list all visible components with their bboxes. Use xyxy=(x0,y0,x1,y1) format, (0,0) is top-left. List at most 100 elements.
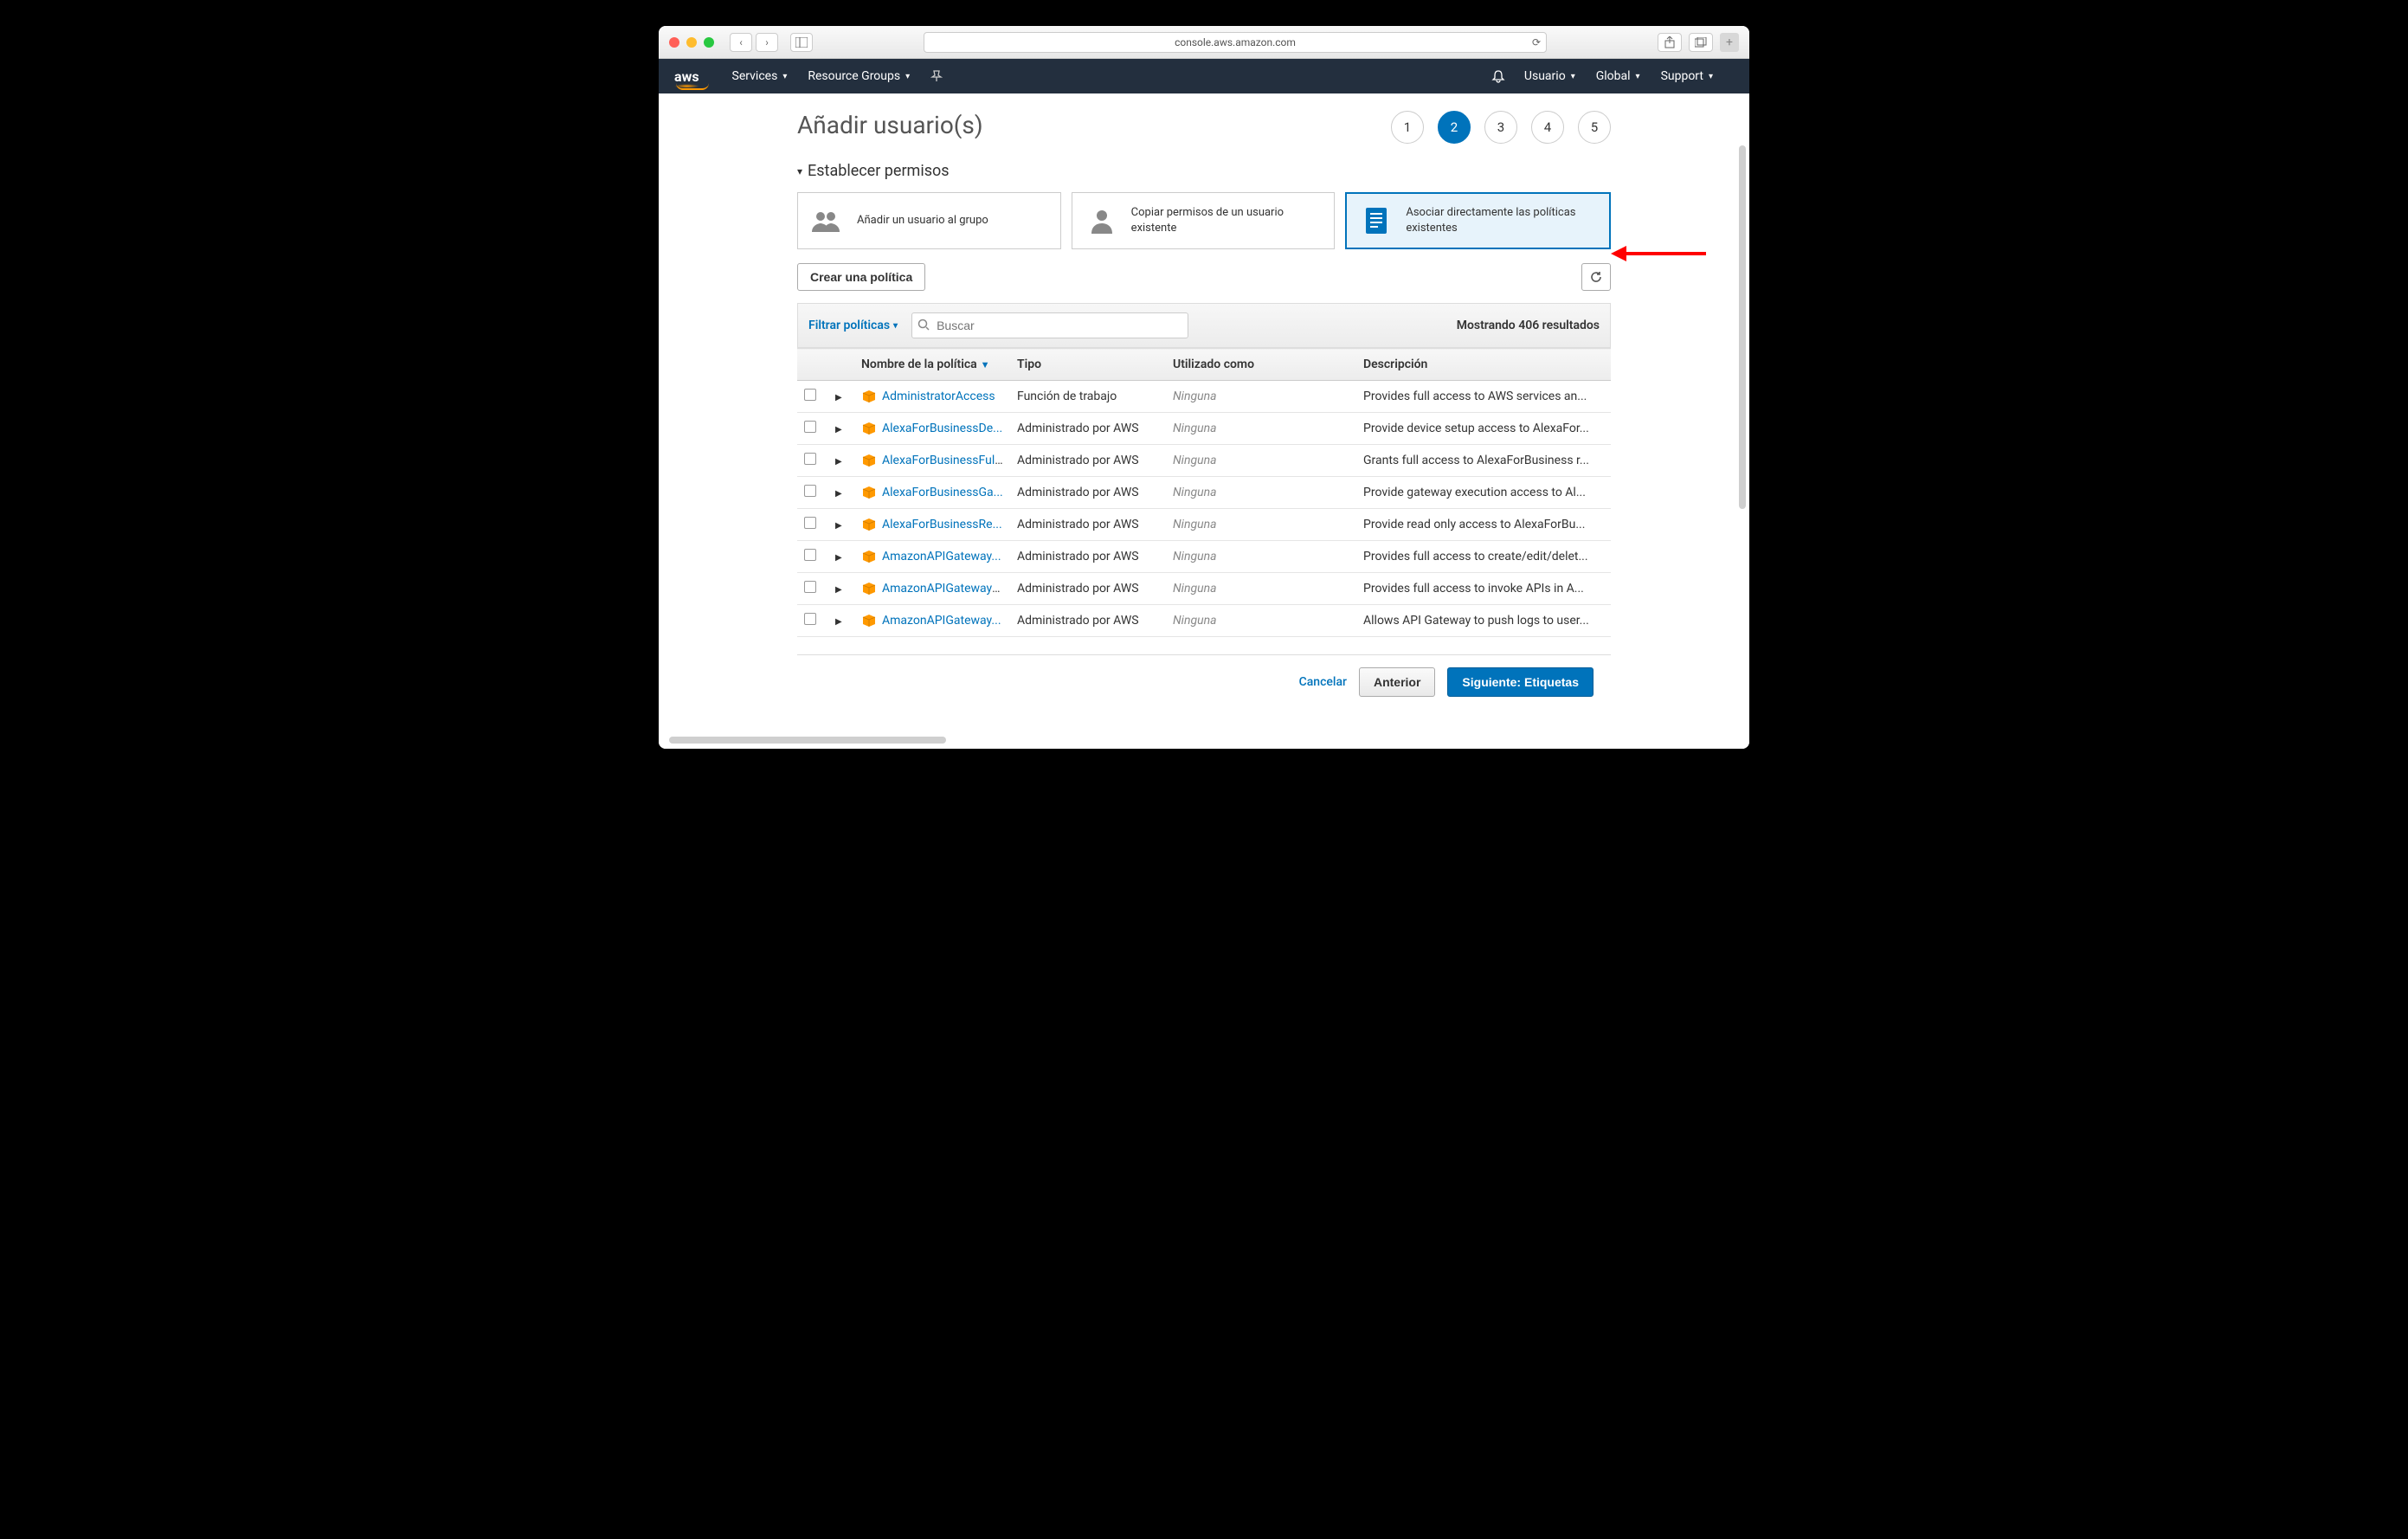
policy-name-link[interactable]: AlexaForBusinessDe... xyxy=(882,422,1002,435)
tabs-button[interactable] xyxy=(1689,33,1713,52)
policy-description: Provides full access to create/edit/dele… xyxy=(1356,541,1611,573)
policy-used-as: Ninguna xyxy=(1166,477,1356,509)
row-checkbox[interactable] xyxy=(804,581,816,593)
new-tab-button[interactable]: + xyxy=(1720,33,1739,52)
maximize-window-icon[interactable] xyxy=(704,37,714,48)
notifications-icon[interactable] xyxy=(1491,69,1505,83)
step-5[interactable]: 5 xyxy=(1578,111,1611,144)
policy-description: Allows API Gateway to push logs to user.… xyxy=(1356,605,1611,637)
search-icon xyxy=(917,319,930,331)
policy-box-icon xyxy=(861,582,877,596)
policy-type: Administrado por AWS xyxy=(1010,477,1166,509)
refresh-button[interactable] xyxy=(1581,263,1611,291)
policy-name-link[interactable]: AdministratorAccess xyxy=(882,390,995,403)
wizard-footer: Cancelar Anterior Siguiente: Etiquetas xyxy=(797,654,1611,697)
policy-name-link[interactable]: AmazonAPIGateway... xyxy=(882,550,1001,563)
share-button[interactable] xyxy=(1658,33,1682,52)
policy-name-link[interactable]: AmazonAPIGatewayI... xyxy=(882,582,1005,596)
policy-description: Provide gateway execution access to Al..… xyxy=(1356,477,1611,509)
step-3[interactable]: 3 xyxy=(1484,111,1517,144)
policy-name-link[interactable]: AlexaForBusinessGa... xyxy=(882,486,1003,499)
region-menu[interactable]: Global▾ xyxy=(1596,69,1640,83)
row-checkbox[interactable] xyxy=(804,549,816,561)
policy-name-link[interactable]: AmazonAPIGateway... xyxy=(882,614,1001,628)
col-name-header[interactable]: Nombre de la política▼ xyxy=(854,349,1010,381)
section-title[interactable]: Establecer permisos xyxy=(797,162,1611,180)
step-2[interactable]: 2 xyxy=(1438,111,1471,144)
close-window-icon[interactable] xyxy=(669,37,679,48)
policy-box-icon xyxy=(861,454,877,467)
policy-used-as: Ninguna xyxy=(1166,413,1356,445)
filter-policies-dropdown[interactable]: Filtrar políticas▾ xyxy=(808,319,898,332)
pin-icon[interactable] xyxy=(930,70,943,82)
table-row: ▶ AdministratorAccess Función de trabajoNi… xyxy=(797,381,1611,413)
next-button[interactable]: Siguiente: Etiquetas xyxy=(1447,667,1594,697)
policy-description: Provides full access to AWS services an.… xyxy=(1356,381,1611,413)
row-checkbox[interactable] xyxy=(804,421,816,433)
expand-icon[interactable]: ▶ xyxy=(835,393,842,402)
cancel-button[interactable]: Cancelar xyxy=(1299,675,1347,689)
option-add-to-group[interactable]: Añadir un usuario al grupo xyxy=(797,192,1061,249)
traffic-lights xyxy=(669,37,714,48)
sidebar-toggle-button[interactable] xyxy=(790,33,813,52)
expand-icon[interactable]: ▶ xyxy=(835,553,842,563)
policy-used-as: Ninguna xyxy=(1166,605,1356,637)
expand-icon[interactable]: ▶ xyxy=(835,489,842,499)
policy-type: Función de trabajo xyxy=(1010,381,1166,413)
table-row: ▶ AmazonAPIGatewayI... Administrado por AW… xyxy=(797,573,1611,605)
create-policy-button[interactable]: Crear una política xyxy=(797,263,925,291)
services-menu[interactable]: Services▾ xyxy=(732,69,788,83)
policy-doc-icon xyxy=(1359,205,1394,236)
row-checkbox[interactable] xyxy=(804,485,816,497)
step-4[interactable]: 4 xyxy=(1531,111,1564,144)
policy-used-as: Ninguna xyxy=(1166,381,1356,413)
expand-icon[interactable]: ▶ xyxy=(835,521,842,531)
horizontal-scrollbar[interactable] xyxy=(669,737,946,744)
row-checkbox[interactable] xyxy=(804,613,816,625)
policy-name-link[interactable]: AlexaForBusinessFul... xyxy=(882,454,1004,467)
annotation-arrow xyxy=(1611,246,1706,261)
vertical-scrollbar[interactable] xyxy=(1739,145,1746,509)
back-button[interactable]: ‹ xyxy=(730,33,752,52)
expand-icon[interactable]: ▶ xyxy=(835,585,842,595)
forward-button[interactable]: › xyxy=(756,33,778,52)
search-wrapper xyxy=(911,312,1188,338)
permission-options: Añadir un usuario al grupo Copiar permis… xyxy=(797,192,1611,249)
table-row: ▶AlexaForBusinessDe...Administrado por A… xyxy=(797,413,1611,445)
aws-logo[interactable]: aws xyxy=(674,68,699,85)
option-label: Copiar permisos de un usuario existente xyxy=(1131,205,1323,235)
wizard-steps: 1 2 3 4 5 xyxy=(1391,111,1611,144)
row-checkbox[interactable] xyxy=(804,517,816,529)
search-input[interactable] xyxy=(911,312,1188,338)
aws-header: aws Services▾ Resource Groups▾ Usuario▾ … xyxy=(659,59,1749,93)
expand-icon[interactable]: ▶ xyxy=(835,425,842,435)
row-checkbox[interactable] xyxy=(804,453,816,465)
page-content: Añadir usuario(s) 1 2 3 4 5 Establecer p… xyxy=(659,93,1749,749)
policy-name-link[interactable]: AlexaForBusinessRe... xyxy=(882,518,1002,531)
user-menu[interactable]: Usuario▾ xyxy=(1524,69,1575,83)
col-type-header[interactable]: Tipo xyxy=(1010,349,1166,381)
policy-used-as: Ninguna xyxy=(1166,541,1356,573)
option-copy-permissions[interactable]: Copiar permisos de un usuario existente xyxy=(1072,192,1336,249)
col-expand xyxy=(828,349,854,381)
expand-icon[interactable]: ▶ xyxy=(835,617,842,627)
policy-box-icon xyxy=(861,422,877,435)
minimize-window-icon[interactable] xyxy=(686,37,697,48)
policy-type: Administrado por AWS xyxy=(1010,541,1166,573)
policy-description: Grants full access to AlexaForBusiness r… xyxy=(1356,445,1611,477)
col-desc-header[interactable]: Descripción xyxy=(1356,349,1611,381)
row-checkbox[interactable] xyxy=(804,389,816,401)
col-used-header[interactable]: Utilizado como xyxy=(1166,349,1356,381)
policy-type: Administrado por AWS xyxy=(1010,605,1166,637)
resource-groups-menu[interactable]: Resource Groups▾ xyxy=(808,69,910,83)
step-1[interactable]: 1 xyxy=(1391,111,1424,144)
support-menu[interactable]: Support▾ xyxy=(1661,69,1713,83)
option-label: Añadir un usuario al grupo xyxy=(857,213,988,229)
url-bar[interactable]: console.aws.amazon.com ⟳ xyxy=(924,32,1547,53)
reload-icon[interactable]: ⟳ xyxy=(1532,36,1541,48)
previous-button[interactable]: Anterior xyxy=(1359,667,1435,697)
policy-type: Administrado por AWS xyxy=(1010,573,1166,605)
refresh-icon xyxy=(1589,270,1603,284)
expand-icon[interactable]: ▶ xyxy=(835,457,842,467)
option-attach-policies[interactable]: Asociar directamente las políticas exist… xyxy=(1345,192,1611,249)
